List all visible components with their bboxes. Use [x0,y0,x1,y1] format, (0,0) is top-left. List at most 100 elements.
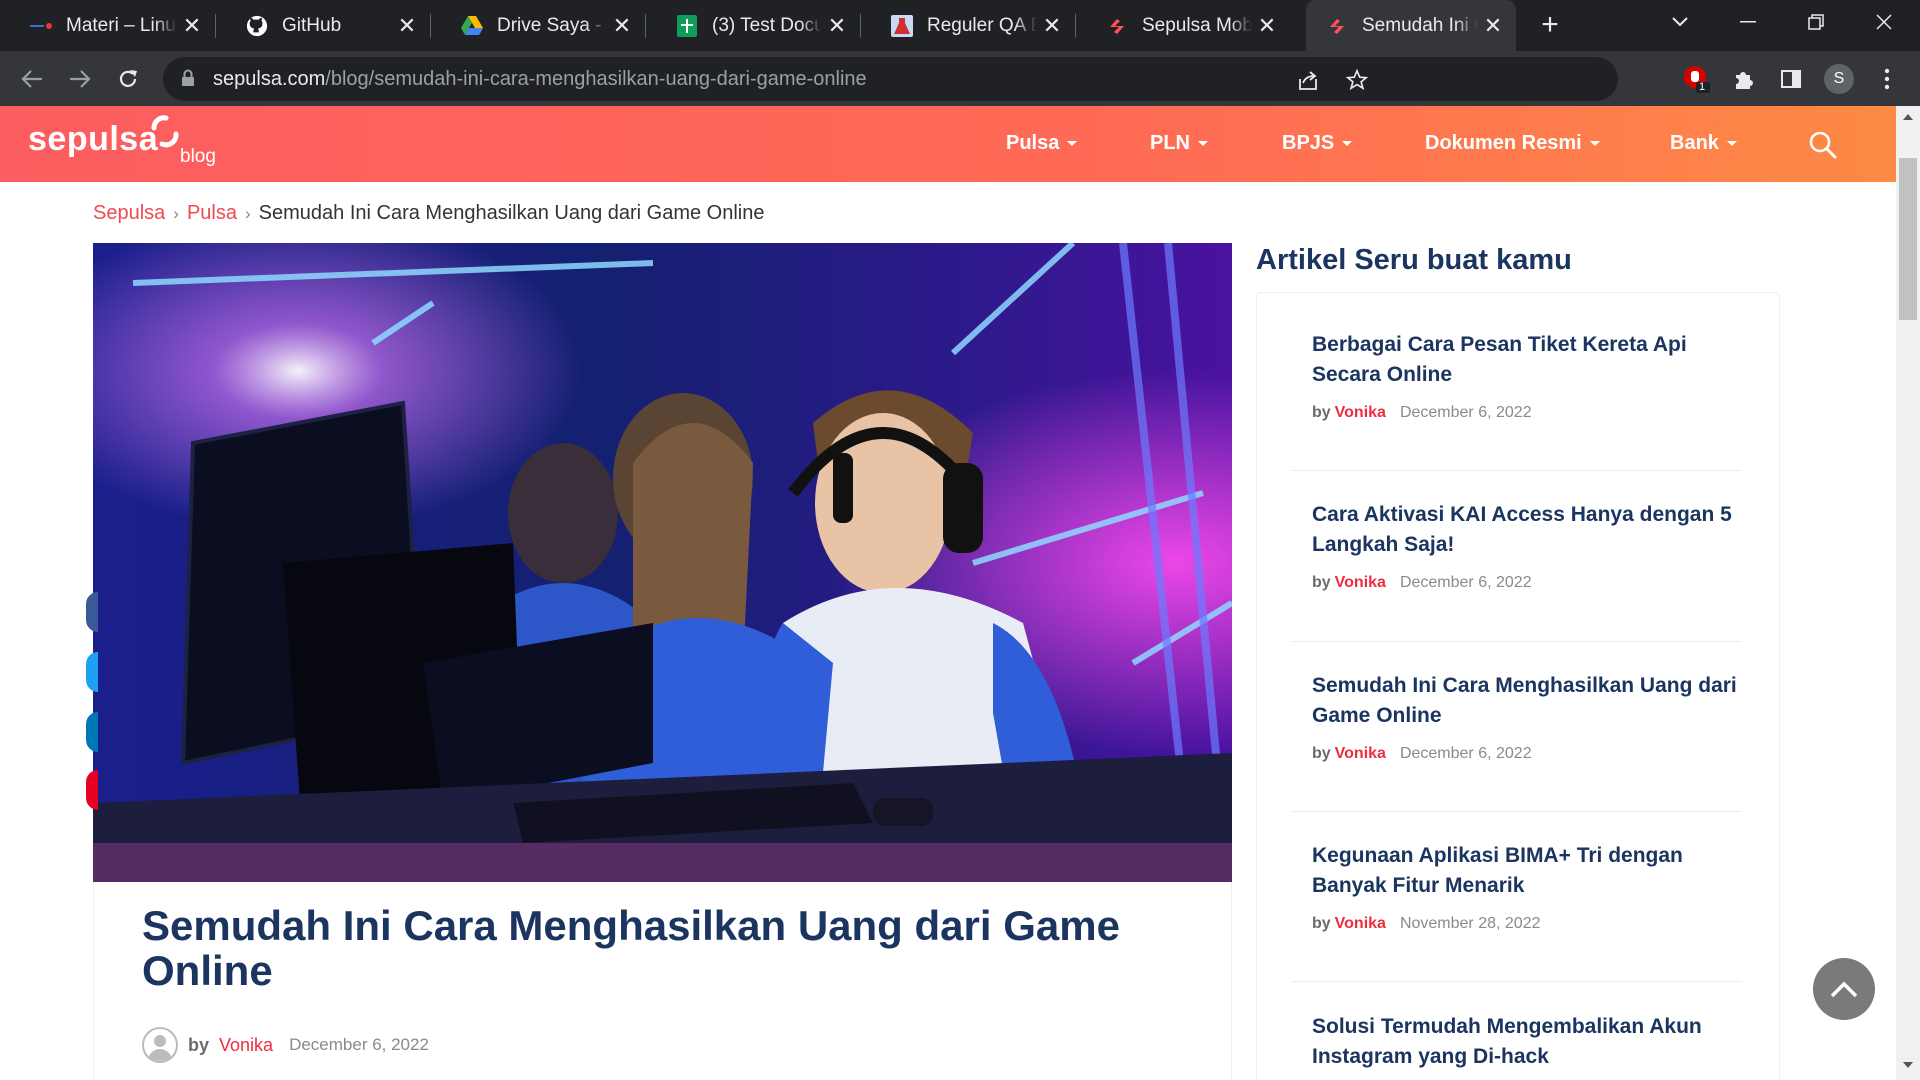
author-link[interactable]: Vonika [1335,745,1386,762]
nav-bank[interactable]: Bank [1670,132,1737,155]
breadcrumb-link-sepulsa[interactable]: Sepulsa [93,202,165,224]
author-link[interactable]: Vonika [1335,404,1386,421]
share-pinterest-icon[interactable] [86,770,98,810]
caret-down-icon [1342,141,1353,147]
sepulsa-icon [1326,15,1348,37]
tab-title: Materi – Linux I [66,14,177,36]
extensions-puzzle-icon[interactable] [1729,64,1759,94]
tab-search-chevron-icon[interactable] [1652,0,1708,44]
publish-date: December 6, 2022 [1399,404,1532,421]
breadcrumb-current: Semudah Ini Cara Menghasilkan Uang dari … [258,202,765,224]
tab-title: Drive Saya - Go [497,14,607,36]
extension-badge: 1 [1699,81,1706,93]
sidebar-article-title[interactable]: Semudah Ini Cara Menghasilkan Uang dari … [1312,671,1742,731]
share-twitter-icon[interactable] [86,652,98,692]
new-tab-button[interactable]: + [1532,8,1568,44]
by-label: by [1312,404,1331,421]
google-sheets-icon [676,14,698,37]
materi-favicon [30,15,52,37]
reload-icon[interactable] [110,61,146,97]
close-icon[interactable]: ✕ [1478,13,1508,39]
publish-date: December 6, 2022 [1399,745,1532,762]
nav-label: BPJS [1282,132,1335,154]
kebab-menu-icon[interactable] [1872,64,1902,94]
back-arrow-icon[interactable] [14,61,50,97]
browser-tab[interactable]: (3) Test Docum ✕ [646,0,860,51]
sidebar-article-title[interactable]: Kegunaan Aplikasi BIMA+ Tri dengan Banya… [1312,841,1742,901]
nav-label: Bank [1670,132,1719,154]
back-to-top-button[interactable] [1813,958,1875,1020]
sidebar-article-title[interactable]: Berbagai Cara Pesan Tiket Kereta Api Sec… [1312,330,1742,390]
browser-tab[interactable]: Materi – Linux I ✕ [0,0,215,51]
nav-bpjs[interactable]: BPJS [1282,132,1353,155]
forward-arrow-icon[interactable] [62,61,98,97]
google-drive-icon [461,15,483,37]
browser-tab[interactable]: Reguler QA Eng ✕ [861,0,1075,51]
side-panel-icon[interactable] [1776,64,1806,94]
author-link[interactable]: Vonika [1335,915,1386,932]
browser-tab[interactable]: GitHub ✕ [216,0,430,51]
logo-blog-label: blog [180,146,216,167]
breadcrumb-link-pulsa[interactable]: Pulsa [187,202,237,224]
scroll-up-arrow-icon[interactable] [1903,114,1913,120]
bookmark-star-icon[interactable] [1343,66,1371,94]
sidebar-article-item[interactable]: Solusi Termudah Mengembalikan Akun Insta… [1312,1012,1742,1072]
tab-title: GitHub [282,14,342,36]
browser-tab-strip: Materi – Linux I ✕ GitHub ✕ Drive Saya -… [0,0,1920,51]
sidebar-article-title[interactable]: Solusi Termudah Mengembalikan Akun Insta… [1312,1012,1742,1072]
restore-button[interactable] [1788,0,1844,44]
nav-label: Pulsa [1006,132,1060,154]
url-text[interactable]: sepulsa.com/blog/semudah-ini-cara-mengha… [213,68,867,91]
scroll-thumb[interactable] [1899,158,1917,320]
nav-pln[interactable]: PLN [1150,132,1208,155]
tab-title: Reguler QA Eng [927,14,1037,36]
lock-icon[interactable] [181,69,195,92]
author-link[interactable]: Vonika [1335,574,1386,591]
browser-tab[interactable]: Sepulsa Mobile ✕ [1076,0,1290,51]
divider [1292,641,1742,642]
by-label: by [188,1034,210,1055]
chevron-up-icon [1830,981,1858,998]
url-path: /blog/semudah-ini-cara-menghasilkan-uang… [325,68,867,90]
nav-label: PLN [1150,132,1190,154]
close-icon[interactable]: ✕ [177,13,207,39]
sidebar-article-title[interactable]: Cara Aktivasi KAI Access Hanya dengan 5 … [1312,500,1742,560]
minimize-button[interactable] [1720,0,1776,44]
by-label: by [1312,915,1331,932]
close-icon[interactable]: ✕ [822,13,852,39]
sidebar-article-item[interactable]: Kegunaan Aplikasi BIMA+ Tri dengan Banya… [1312,841,1742,933]
hero-image-gamers [93,243,1232,882]
profile-avatar[interactable]: S [1824,64,1854,94]
browser-tab-active[interactable]: Semudah Ini Ca ✕ [1306,0,1516,51]
close-icon[interactable]: ✕ [392,13,422,39]
chevron-right-icon: › [244,204,251,223]
nav-dokumen-resmi[interactable]: Dokumen Resmi [1425,132,1600,155]
close-icon[interactable]: ✕ [1037,13,1067,39]
nav-pulsa[interactable]: Pulsa [1006,132,1078,155]
share-facebook-icon[interactable] [86,592,98,632]
close-window-button[interactable] [1856,0,1912,44]
sidebar-article-item[interactable]: Cara Aktivasi KAI Access Hanya dengan 5 … [1312,500,1742,592]
sidebar-article-item[interactable]: Berbagai Cara Pesan Tiket Kereta Api Sec… [1312,330,1742,422]
browser-tab[interactable]: Drive Saya - Go ✕ [431,0,645,51]
close-icon[interactable]: ✕ [607,13,637,39]
by-label: by [1312,745,1331,762]
publish-date: December 6, 2022 [289,1035,429,1054]
share-linkedin-icon[interactable] [86,712,98,752]
publish-date: November 28, 2022 [1399,915,1541,932]
sidebar-heading: Artikel Seru buat kamu [1256,244,1572,276]
site-header: sepulsa blog Pulsa PLN BPJS Dokumen Resm… [0,106,1896,182]
close-icon[interactable]: ✕ [1252,13,1282,39]
extension-adblock-icon[interactable]: 1 [1682,64,1712,94]
page-scrollbar[interactable] [1896,106,1920,1080]
author-avatar[interactable] [142,1027,178,1063]
search-icon[interactable] [1808,130,1838,160]
publish-date: December 6, 2022 [1399,574,1532,591]
url-host: sepulsa.com [213,68,326,90]
sidebar-article-item[interactable]: Semudah Ini Cara Menghasilkan Uang dari … [1312,671,1742,763]
scroll-down-arrow-icon[interactable] [1903,1062,1913,1068]
author-link[interactable]: Vonika [219,1035,273,1056]
share-icon[interactable] [1294,66,1322,94]
sepulsa-logo[interactable]: sepulsa blog [28,115,216,167]
address-bar[interactable]: sepulsa.com/blog/semudah-ini-cara-mengha… [163,57,1618,101]
